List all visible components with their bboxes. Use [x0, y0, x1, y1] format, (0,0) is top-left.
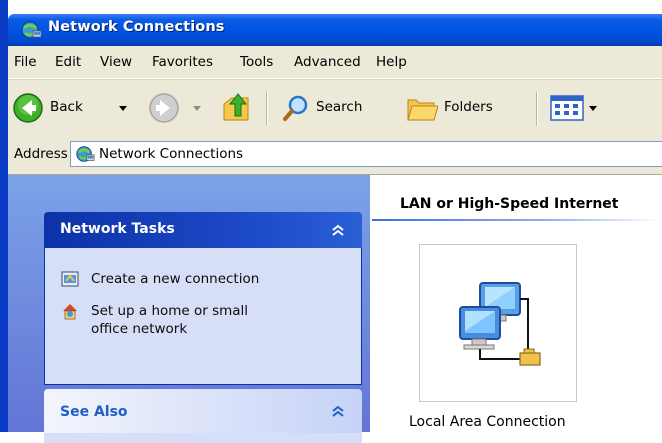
- toolbar-separator: [536, 92, 538, 126]
- create-new-connection-link[interactable]: Create a new connection: [61, 270, 341, 290]
- see-also-header[interactable]: See Also: [44, 389, 362, 433]
- forward-arrow-icon: [149, 93, 179, 123]
- folders-button[interactable]: Folders: [406, 92, 524, 126]
- up-folder-icon: [223, 93, 249, 121]
- views-button[interactable]: [548, 92, 618, 126]
- menu-advanced[interactable]: Advanced: [294, 54, 361, 70]
- window-left-border: [0, 0, 8, 432]
- network-tasks-title: Network Tasks: [60, 221, 175, 237]
- group-divider: [372, 219, 662, 221]
- local-area-connection-tile[interactable]: [419, 244, 577, 402]
- folders-label: Folders: [444, 99, 493, 115]
- window: Network Connections File Edit View Favor…: [0, 0, 662, 443]
- home-network-link[interactable]: Set up a home or small office network: [61, 302, 341, 342]
- connections-view: LAN or High-Speed Internet Local Area Co…: [370, 175, 662, 432]
- create-connection-label: Create a new connection: [91, 271, 260, 287]
- desktop-background: [8, 0, 662, 14]
- back-button[interactable]: Back: [12, 92, 138, 126]
- home-network-label-line2: office network: [91, 321, 188, 337]
- new-connection-icon: [61, 271, 79, 287]
- folders-icon: [407, 99, 438, 121]
- home-network-icon: [63, 304, 77, 320]
- menu-help[interactable]: Help: [376, 54, 407, 70]
- menu-edit[interactable]: Edit: [55, 54, 81, 70]
- menu-favorites[interactable]: Favorites: [152, 54, 213, 70]
- menu-view[interactable]: View: [100, 54, 132, 70]
- see-also-title: See Also: [60, 404, 128, 420]
- address-label: Address: [14, 146, 68, 162]
- search-icon: [283, 95, 308, 121]
- network-tasks-body: Create a new connection Set up a home or…: [44, 248, 362, 385]
- task-pane: Network Tasks Create a new connection Se…: [8, 175, 370, 443]
- back-label: Back: [50, 99, 83, 115]
- collapse-chevron-icon[interactable]: [330, 403, 346, 419]
- collapse-chevron-icon[interactable]: [330, 222, 346, 238]
- forward-dropdown-icon[interactable]: [192, 105, 202, 113]
- menu-file[interactable]: File: [14, 54, 37, 70]
- views-icon: [550, 95, 584, 121]
- address-input[interactable]: Network Connections: [70, 141, 662, 167]
- address-value: Network Connections: [99, 146, 244, 162]
- toolbar-separator: [266, 92, 268, 126]
- local-area-connection-label[interactable]: Local Area Connection: [409, 414, 566, 430]
- menu-bar: File Edit View Favorites Tools Advanced …: [8, 46, 662, 79]
- forward-button[interactable]: [148, 92, 208, 126]
- network-connections-icon: [20, 20, 42, 40]
- search-button[interactable]: Search: [280, 92, 396, 126]
- menu-tools[interactable]: Tools: [240, 54, 273, 70]
- lan-connection-icon: [459, 282, 541, 366]
- back-dropdown-icon[interactable]: [118, 105, 128, 113]
- search-label: Search: [316, 99, 363, 115]
- back-arrow-icon: [13, 93, 43, 123]
- title-bar[interactable]: Network Connections: [8, 14, 662, 46]
- views-dropdown-icon: [589, 106, 597, 111]
- toolbar: Back Search Folders: [8, 79, 662, 137]
- network-tasks-header[interactable]: Network Tasks: [44, 212, 362, 248]
- home-network-label-line1: Set up a home or small: [91, 303, 249, 319]
- see-also-body: [44, 433, 362, 443]
- group-title: LAN or High-Speed Internet: [400, 196, 619, 212]
- window-title: Network Connections: [48, 19, 225, 35]
- address-bar: Address Network Connections: [8, 136, 662, 175]
- network-connections-icon: [75, 144, 95, 164]
- up-folder-button[interactable]: [220, 90, 254, 126]
